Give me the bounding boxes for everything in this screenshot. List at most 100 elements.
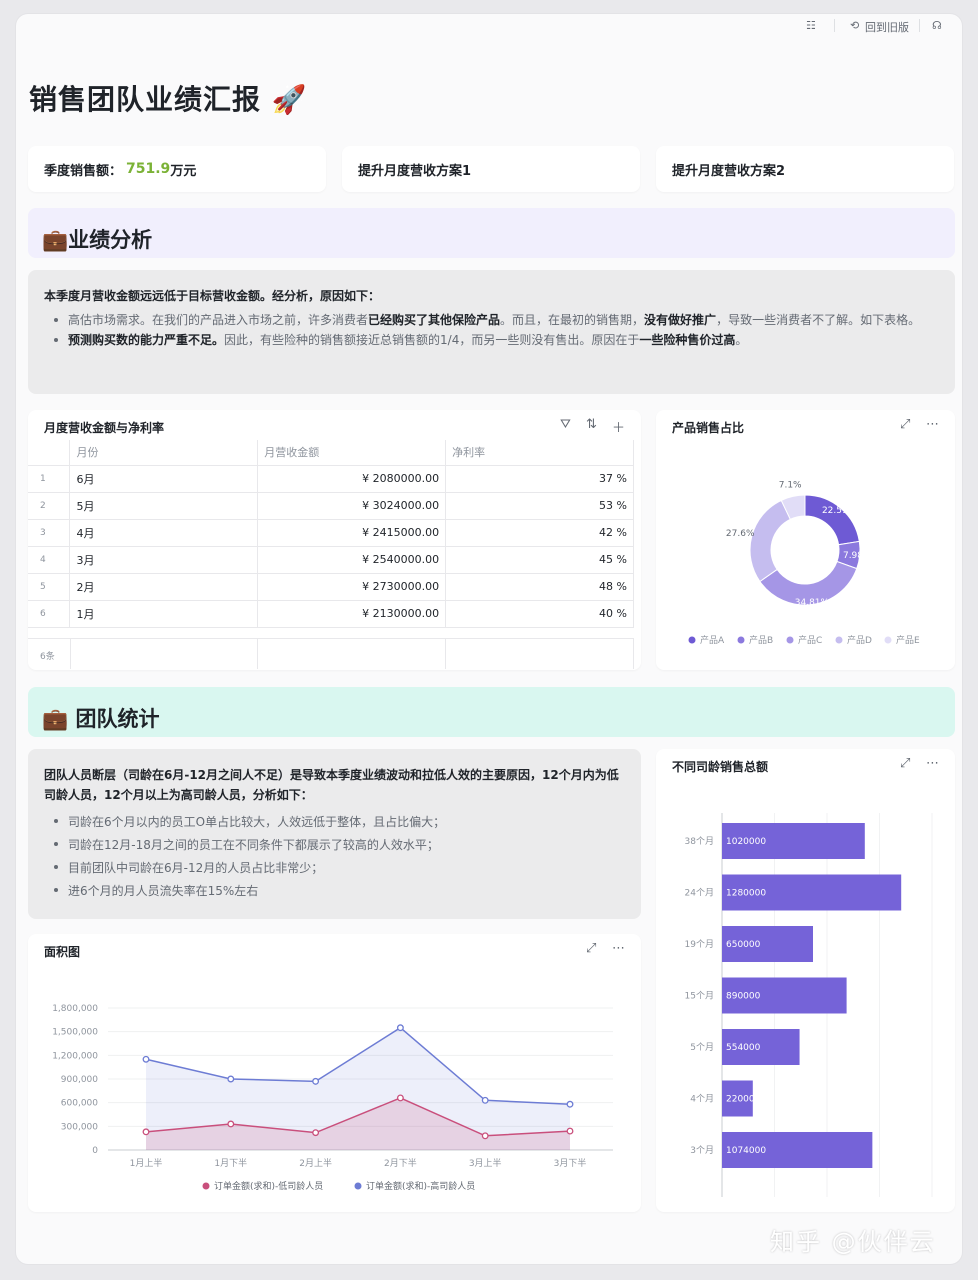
- column-header-revenue[interactable]: 月营收金额: [257, 440, 447, 466]
- cell-rate[interactable]: 45 %: [445, 546, 634, 574]
- clock-icon: ⟲: [850, 19, 860, 32]
- y-tick-label: 19个月: [685, 939, 714, 950]
- row-count: 6条: [40, 652, 55, 662]
- bar-value-label: 650000: [726, 940, 761, 950]
- headset-icon[interactable]: ☊: [932, 19, 942, 32]
- index-header: [28, 440, 71, 466]
- cell-rate[interactable]: 53 %: [445, 492, 634, 520]
- cell-rate[interactable]: 40 %: [445, 600, 634, 628]
- slice-label: 34.81%: [795, 598, 830, 608]
- toolbar-divider: [919, 19, 920, 32]
- plus-icon[interactable]: ＋: [612, 417, 625, 436]
- more-icon[interactable]: ⋯: [926, 756, 939, 771]
- legend-label: 产品B: [749, 634, 773, 646]
- table-row[interactable]: 5 2月 ¥ 2730000.00 48 %: [28, 573, 634, 601]
- legend-swatch: [688, 636, 696, 644]
- product-share-donut: 22.51% 7.98% 34.81% 27.6% 7.1% 产品A 产品B 产品C 产品D 产品…: [688, 481, 920, 646]
- table-row[interactable]: 3 4月 ¥ 2415000.00 42 %: [28, 519, 634, 547]
- product-share-card: 产品销售占比 ⤢ ⋯ 22.51% 7.98% 34.81% 27.6% 7.1% 产品A…: [656, 410, 955, 670]
- legend-label: 订单金额(求和)-高司龄人员: [366, 1180, 475, 1192]
- cell-revenue[interactable]: ¥ 2415000.00: [257, 519, 447, 547]
- x-tick-label: 2月下半: [384, 1157, 417, 1169]
- y-tick-label: 1,200,000: [52, 1051, 98, 1061]
- bar-value-label: 554000: [726, 1043, 761, 1053]
- data-point: [227, 1120, 235, 1128]
- data-point: [396, 1024, 404, 1032]
- analysis-note: 本季度月营收金额远远低于目标营收金额。经分析，原因如下： 高估市场需求。在我们的…: [28, 270, 955, 394]
- pie-slice: [749, 499, 791, 583]
- top-toolbar: ☷ ⟲ 回到旧版 ☊: [16, 14, 962, 38]
- y-tick-label: 38个月: [685, 836, 714, 847]
- cell-month[interactable]: 2月: [69, 573, 259, 601]
- cell-revenue[interactable]: ¥ 2130000.00: [257, 600, 447, 628]
- kpi-sales-unit: 万元: [170, 163, 197, 179]
- cell-rate[interactable]: 42 %: [445, 519, 634, 547]
- cell-rate[interactable]: 37 %: [445, 465, 634, 493]
- x-tick-label: 1月下半: [214, 1157, 247, 1169]
- legend-label: 产品A: [700, 634, 725, 646]
- more-icon[interactable]: ⋯: [612, 941, 625, 956]
- cell-month[interactable]: 1月: [69, 600, 259, 628]
- revert-old-version-button[interactable]: 回到旧版: [865, 19, 909, 35]
- tenure-bar-chart: 38个月 1020000 24个月 1280000 19个月 650000 15个月 8900…: [685, 813, 933, 1197]
- data-point: [481, 1096, 489, 1104]
- data-point: [481, 1132, 489, 1140]
- table-row[interactable]: 1 6月 ¥ 2080000.00 37 %: [28, 465, 634, 493]
- legend-label: 订单金额(求和)-低司龄人员: [214, 1180, 323, 1192]
- cell-revenue[interactable]: ¥ 2540000.00: [257, 546, 447, 574]
- bar-value-label: 1280000: [726, 889, 766, 899]
- area-chart-card: 面积图 ⤢ ⋯ 0 300,000 600,000 900,000 1,200,000 1…: [28, 934, 641, 1212]
- cell-month[interactable]: 5月: [69, 492, 259, 520]
- cell-revenue[interactable]: ¥ 2080000.00: [257, 465, 447, 493]
- cell-revenue[interactable]: ¥ 2730000.00: [257, 573, 447, 601]
- bar-value-label: 1074000: [726, 1146, 766, 1156]
- kpi-plan2-label: 提升月度营收方案2: [672, 163, 786, 179]
- legend-swatch: [786, 636, 794, 644]
- data-point: [396, 1094, 404, 1102]
- dashboard-page: ☷ ⟲ 回到旧版 ☊ 销售团队业绩汇报 🚀 季度销售额： 751.9 万元 提升…: [16, 14, 962, 1264]
- row-index: 4: [28, 546, 71, 574]
- row-index: 5: [28, 573, 71, 601]
- kpi-sales-value: 751.9: [126, 161, 171, 177]
- section-team-stats: 💼 团队统计: [28, 687, 955, 737]
- more-icon[interactable]: ⋯: [926, 417, 939, 432]
- cell-month[interactable]: 6月: [69, 465, 259, 493]
- kpi-plan1-card[interactable]: 提升月度营收方案1: [342, 146, 640, 192]
- legend-label: 产品E: [896, 634, 920, 646]
- kpi-plan1-label: 提升月度营收方案1: [358, 163, 472, 179]
- sliders-icon[interactable]: ☷: [806, 19, 816, 32]
- kpi-sales-label: 季度销售额：: [44, 163, 123, 179]
- table-row[interactable]: 6 1月 ¥ 2130000.00 40 %: [28, 600, 634, 628]
- expand-icon[interactable]: ⤢: [900, 417, 910, 432]
- sort-icon[interactable]: ⇅: [586, 417, 597, 432]
- section-performance-analysis: 💼业绩分析: [28, 208, 955, 258]
- data-point: [142, 1055, 150, 1063]
- table-row[interactable]: 4 3月 ¥ 2540000.00 45 %: [28, 546, 634, 574]
- area-chart: 0 300,000 600,000 900,000 1,200,000 1,500,000…: [52, 1004, 613, 1192]
- bar-value-label: 220000: [726, 1095, 761, 1105]
- cell-revenue[interactable]: ¥ 3024000.00: [257, 492, 447, 520]
- cell-month[interactable]: 3月: [69, 546, 259, 574]
- column-header-month[interactable]: 月份: [69, 440, 259, 466]
- legend-label: 产品C: [798, 634, 822, 646]
- y-tick-label: 600,000: [61, 1099, 98, 1109]
- table-footer: 6条: [28, 638, 634, 669]
- section-title: 💼业绩分析: [42, 228, 153, 252]
- slice-label: 7.1%: [779, 481, 802, 491]
- team-intro: 团队人员断层（司龄在6月-12月之间人不足）是导致本季度业绩波动和拉低人效的主要…: [44, 768, 619, 802]
- filter-icon[interactable]: ⛛: [560, 417, 571, 432]
- bar-value-label: 1020000: [726, 837, 766, 847]
- row-index: 3: [28, 519, 71, 547]
- row-index: 2: [28, 492, 71, 520]
- column-header-rate[interactable]: 净利率: [445, 440, 634, 466]
- legend-swatch: [884, 636, 892, 644]
- revenue-table-card: 月度营收金额与净利率 ⛛ ⇅ ＋ 月份 月营收金额 净利率 1 6月 ¥ 20800…: [28, 410, 641, 670]
- y-tick-label: 5个月: [690, 1042, 714, 1053]
- table-row[interactable]: 2 5月 ¥ 3024000.00 53 %: [28, 492, 634, 520]
- cell-rate[interactable]: 48 %: [445, 573, 634, 601]
- expand-icon[interactable]: ⤢: [586, 941, 596, 956]
- expand-icon[interactable]: ⤢: [900, 756, 910, 771]
- kpi-plan2-card[interactable]: 提升月度营收方案2: [656, 146, 954, 192]
- y-tick-label: 0: [92, 1146, 98, 1156]
- cell-month[interactable]: 4月: [69, 519, 259, 547]
